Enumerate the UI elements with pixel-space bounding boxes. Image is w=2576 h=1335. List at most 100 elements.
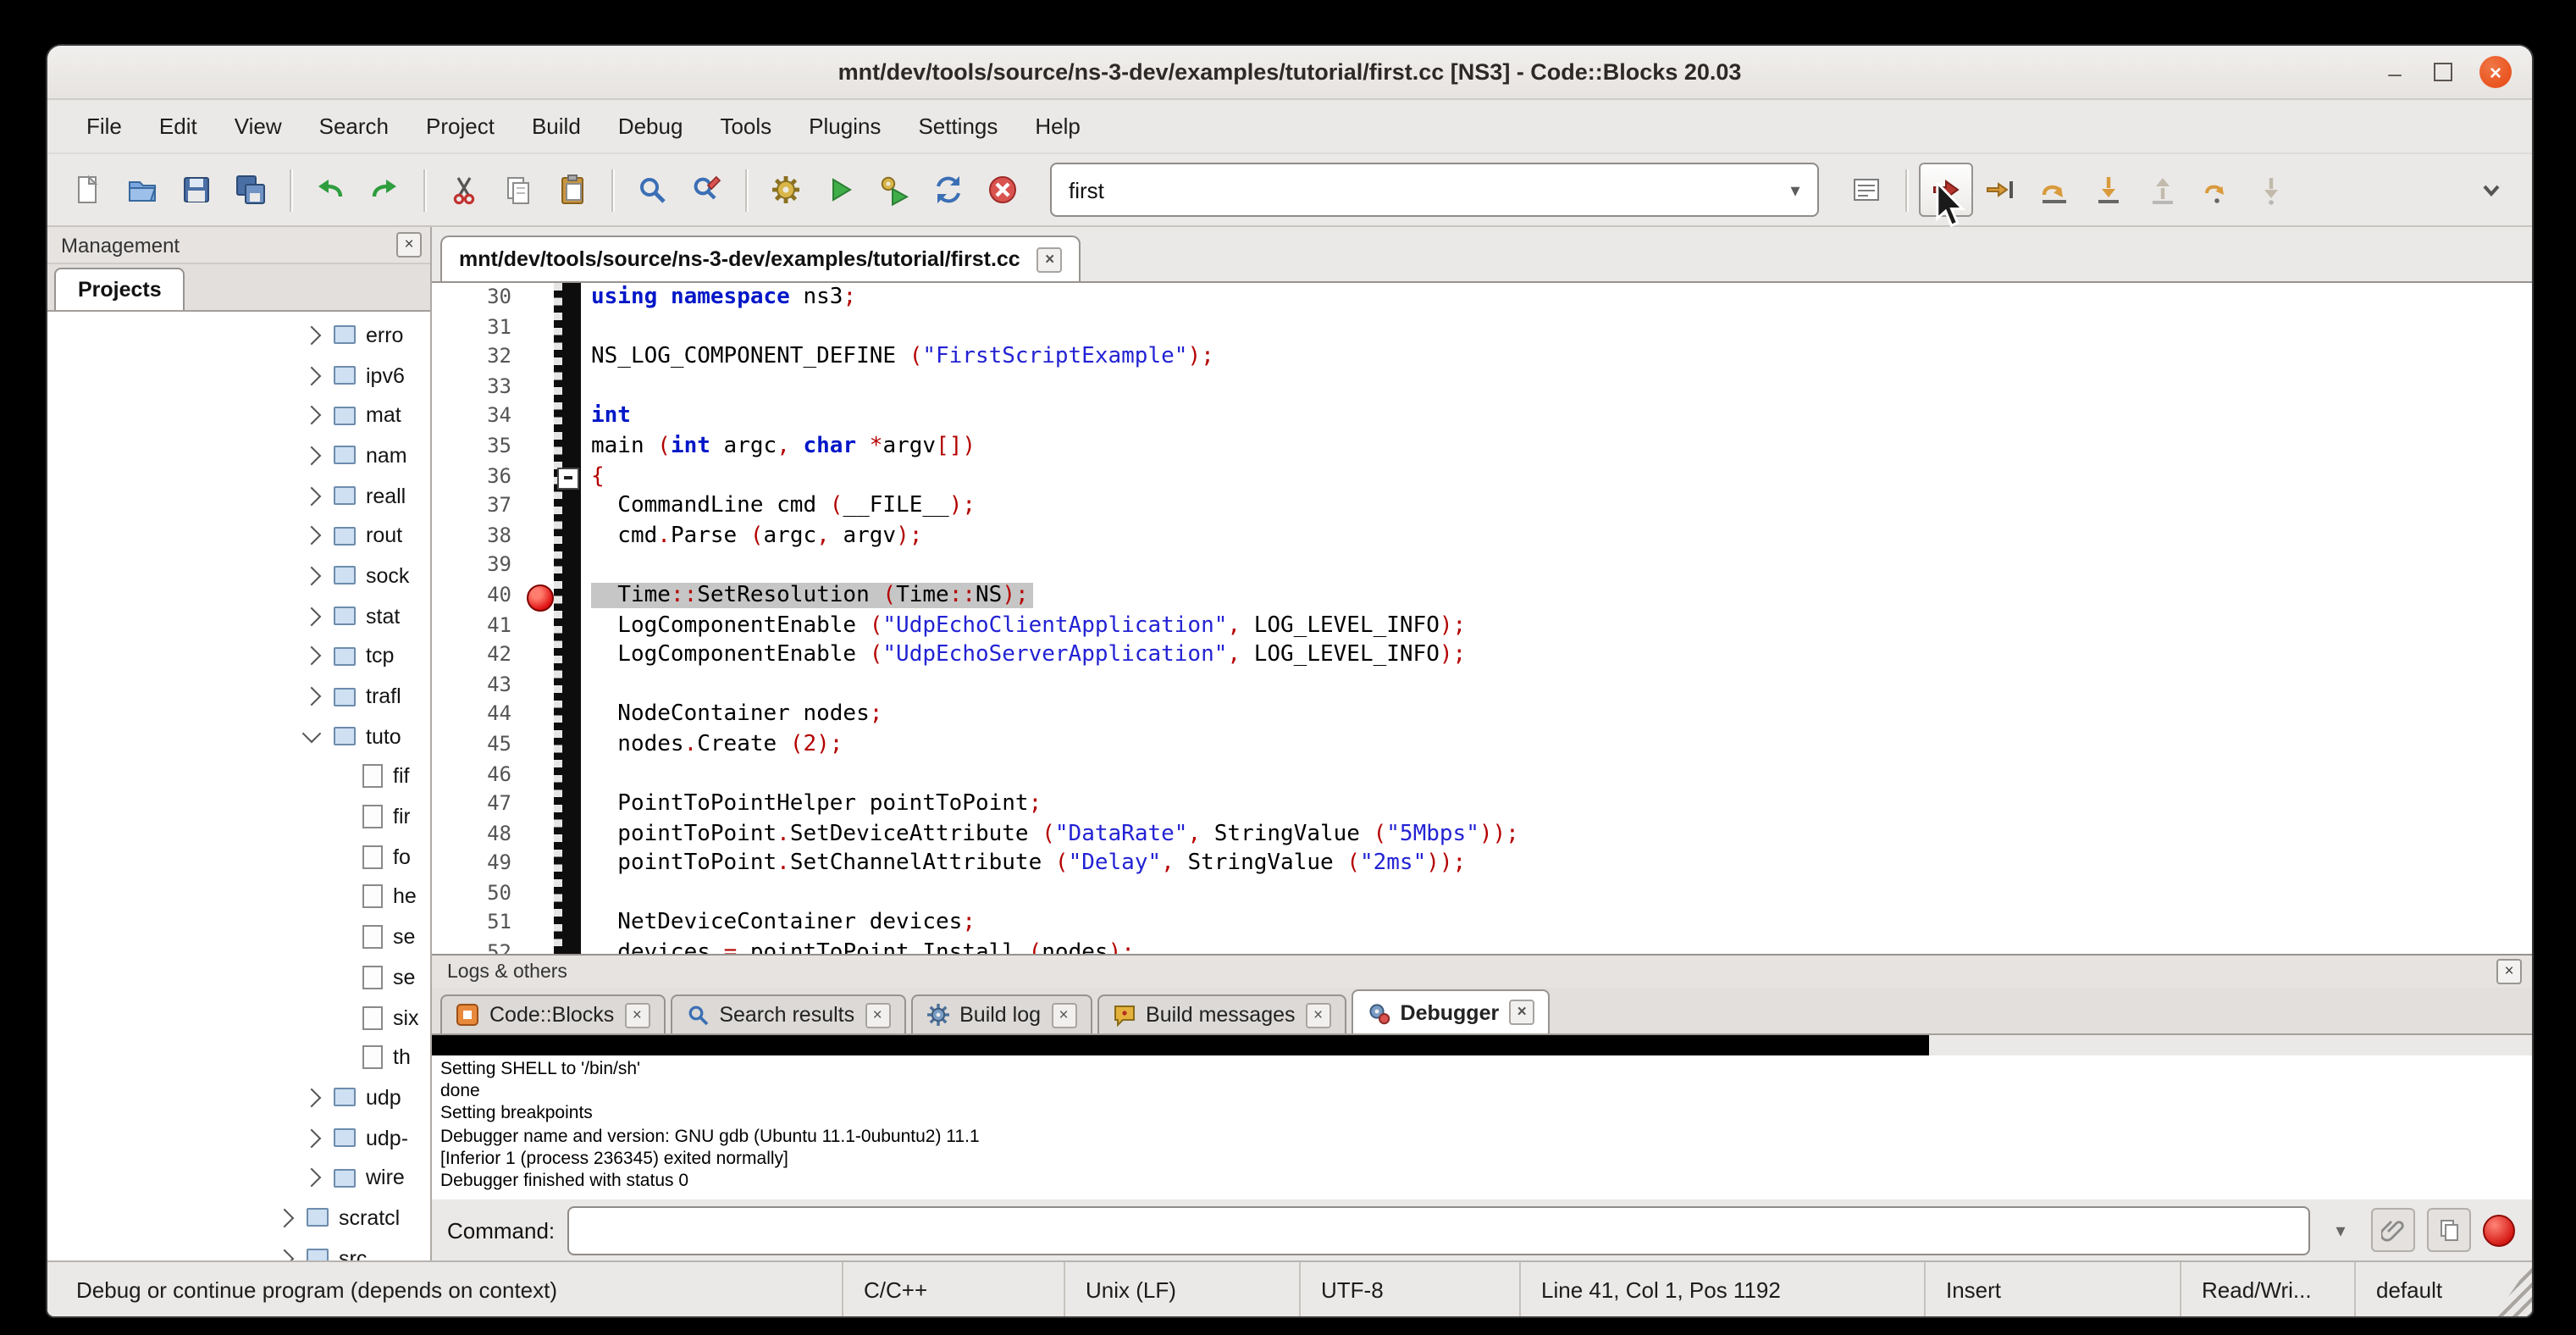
tree-item-rout[interactable]: rout [47,516,430,556]
tree-item-th[interactable]: th [47,1038,430,1077]
next-line-button[interactable] [2027,163,2081,217]
close-icon[interactable]: × [624,1002,650,1028]
menu-edit[interactable]: Edit [141,100,216,152]
chevron-right-icon[interactable] [302,607,322,626]
code-line-51[interactable]: NetDeviceContainer devices; [591,909,2532,939]
code-line-43[interactable] [591,670,2532,700]
replace-button[interactable] [679,163,733,217]
maximize-button[interactable] [2434,63,2452,81]
chevron-right-icon[interactable] [302,687,322,706]
run-button[interactable] [813,163,867,217]
close-icon[interactable]: × [865,1002,890,1028]
marker-margin[interactable] [554,283,581,954]
tree-item-udp-[interactable]: udp- [47,1118,430,1158]
code-line-41[interactable]: LogComponentEnable ("UdpEchoClientApplic… [591,611,2532,640]
menu-plugins[interactable]: Plugins [790,100,899,152]
save-button[interactable] [169,163,224,217]
step-into-instruction-button[interactable] [2244,163,2298,217]
log-tab-build-messages[interactable]: Build messages× [1097,994,1346,1033]
tree-item-src[interactable]: src [47,1238,430,1260]
next-instruction-button[interactable] [2190,163,2244,217]
tree-item-stat[interactable]: stat [47,596,430,636]
step-into-button[interactable] [2081,163,2136,217]
tree-item-tcp[interactable]: tcp [47,636,430,676]
tree-item-erro[interactable]: erro [47,315,430,355]
tree-item-tuto[interactable]: tuto [47,717,430,756]
code-line-52[interactable]: devices = pointToPoint.Install (nodes); [591,939,2532,954]
command-input[interactable] [567,1205,2310,1255]
menu-view[interactable]: View [216,100,301,152]
code-line-37[interactable]: CommandLine cmd (__FILE__); [591,491,2532,521]
code-line-31[interactable] [591,313,2532,342]
code-line-47[interactable]: PointToPointHelper pointToPoint; [591,789,2532,819]
chevron-right-icon[interactable] [302,526,322,546]
fold-marker[interactable] [557,467,579,489]
chevron-down-icon[interactable] [302,724,322,744]
build-target-input[interactable] [1052,177,1773,202]
code-line-30[interactable]: using namespace ns3; [591,283,2532,313]
chevron-right-icon[interactable] [302,366,322,385]
code-line-42[interactable]: LogComponentEnable ("UdpEchoServerApplic… [591,640,2532,670]
new-file-button[interactable] [61,163,115,217]
chevron-right-icon[interactable] [302,567,322,586]
tree-item-wire[interactable]: wire [47,1158,430,1198]
tree-item-scratcl[interactable]: scratcl [47,1198,430,1238]
menu-settings[interactable]: Settings [899,100,1016,152]
cut-button[interactable] [437,163,491,217]
chevron-right-icon[interactable] [302,646,322,666]
close-icon[interactable]: × [396,232,422,258]
close-icon[interactable]: × [1306,1002,1331,1028]
code-line-39[interactable] [591,551,2532,581]
close-icon[interactable]: × [2496,959,2522,984]
log-tab-search-results[interactable]: Search results× [670,994,905,1033]
menu-tools[interactable]: Tools [701,100,790,152]
tab-projects[interactable]: Projects [54,268,185,310]
build-and-run-button[interactable] [867,163,921,217]
log-tab-debugger[interactable]: Debugger× [1352,989,1551,1033]
close-icon[interactable]: × [1509,1000,1534,1025]
code-line-45[interactable]: nodes.Create (2); [591,730,2532,760]
code-line-35[interactable]: main (int argc, char *argv[]) [591,432,2532,462]
menu-search[interactable]: Search [301,100,407,152]
menu-help[interactable]: Help [1016,100,1099,152]
debug-continue-button[interactable] [1919,163,1973,217]
chevron-right-icon[interactable] [302,446,322,465]
tree-item-he[interactable]: he [47,877,430,917]
chevron-right-icon[interactable] [275,1209,295,1228]
log-selected-row[interactable] [432,1035,1929,1055]
open-file-button[interactable] [115,163,169,217]
menu-debug[interactable]: Debug [600,100,702,152]
build-target-combobox[interactable]: ▾ [1050,163,1819,217]
tree-item-trafl[interactable]: trafl [47,676,430,716]
select-target-button[interactable] [1839,163,1893,217]
code-line-34[interactable]: int [591,402,2532,432]
code-line-44[interactable]: NodeContainer nodes; [591,701,2532,730]
tree-item-ipv6[interactable]: ipv6 [47,355,430,395]
menu-file[interactable]: File [68,100,141,152]
breakpoint-marker[interactable] [527,584,554,612]
abort-button[interactable] [976,163,1030,217]
menu-build[interactable]: Build [513,100,600,152]
tree-item-udp[interactable]: udp [47,1077,430,1117]
close-icon[interactable]: × [1051,1002,1076,1028]
attach-button[interactable] [2371,1208,2415,1252]
log-tab-code-blocks[interactable]: Code::Blocks× [440,994,665,1033]
chevron-down-icon[interactable]: ▾ [2322,1207,2359,1253]
step-out-button[interactable] [2136,163,2190,217]
tree-item-se[interactable]: se [47,957,430,997]
code-line-36[interactable]: { [591,462,2532,491]
code-line-32[interactable]: NS_LOG_COMPONENT_DEFINE ("FirstScriptExa… [591,342,2532,372]
stop-debugger-button[interactable] [2483,1214,2515,1246]
code-line-48[interactable]: pointToPoint.SetDeviceAttribute ("DataRa… [591,819,2532,849]
save-all-button[interactable] [224,163,278,217]
close-icon[interactable]: × [1037,247,1063,272]
chevron-right-icon[interactable] [302,406,322,425]
tree-item-se[interactable]: se [47,917,430,957]
chevron-down-icon[interactable]: ▾ [1773,179,1817,201]
tree-item-mat[interactable]: mat [47,396,430,435]
code-line-33[interactable] [591,373,2532,402]
paste-button[interactable] [545,163,600,217]
menu-project[interactable]: Project [407,100,513,152]
tree-item-sock[interactable]: sock [47,556,430,595]
copy-log-button[interactable] [2427,1208,2471,1252]
